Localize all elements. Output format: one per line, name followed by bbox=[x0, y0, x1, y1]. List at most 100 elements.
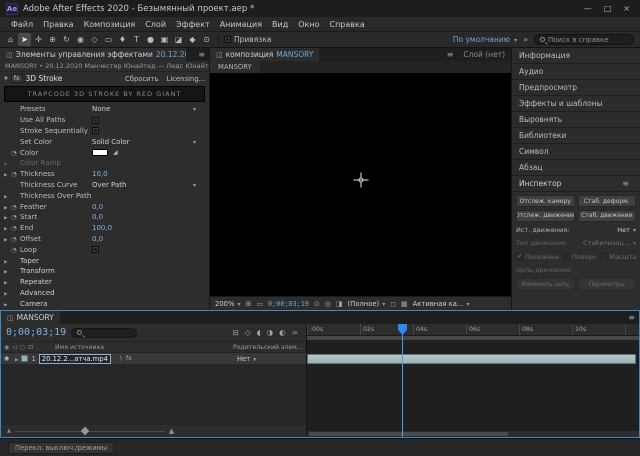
panel-header[interactable]: Абзац bbox=[512, 160, 640, 176]
property-dropdown[interactable]: None bbox=[92, 105, 196, 113]
menu-item[interactable]: Правка bbox=[38, 20, 78, 29]
camera-view-dropdown[interactable]: Активная ка... bbox=[413, 300, 470, 308]
grid-options-icon[interactable]: ⊞ bbox=[245, 300, 251, 308]
eyedropper-icon[interactable]: ◢ bbox=[113, 149, 118, 156]
reset-effect-link[interactable]: Сбросить bbox=[125, 75, 159, 83]
snap-checkbox[interactable] bbox=[224, 36, 231, 43]
home-tool[interactable]: ⌂ bbox=[4, 33, 17, 46]
tracker-options-button[interactable]: Параметры bbox=[578, 278, 637, 290]
effect-property-row[interactable]: Color Ramp ◢ bbox=[0, 158, 209, 169]
selection-tool[interactable]: ➤ bbox=[18, 33, 31, 46]
graph-editor-icon[interactable]: ≈ bbox=[292, 328, 298, 337]
menu-item[interactable]: Окно bbox=[293, 20, 324, 29]
shape-tool[interactable]: ▭ bbox=[102, 33, 115, 46]
hide-shy-layers-icon[interactable]: ◖ bbox=[257, 328, 261, 337]
layer-duration-bar[interactable] bbox=[307, 354, 636, 364]
stopwatch-icon[interactable] bbox=[11, 213, 20, 221]
tab-timeline-mansory[interactable]: MANSORY bbox=[1, 311, 60, 324]
edit-target-button[interactable]: Изменить цель bbox=[516, 278, 575, 290]
tab-layer-viewer[interactable]: Слой (нет) bbox=[457, 48, 511, 61]
effect-property-row[interactable]: Stroke Sequentially ◢ bbox=[0, 126, 209, 137]
timeline-track-area[interactable]: :00s02s04s06s08s10s bbox=[307, 324, 639, 437]
motion-blur-icon[interactable]: ◐ bbox=[279, 328, 286, 337]
fx-badge-icon[interactable]: fx bbox=[11, 74, 23, 83]
effect-property-row[interactable]: Presets None None ◢ bbox=[0, 104, 209, 115]
expand-arrow-icon[interactable] bbox=[4, 224, 11, 232]
track-type-dropdown[interactable]: Стабилизац... bbox=[583, 239, 636, 247]
panel-menu-icon[interactable] bbox=[443, 48, 458, 61]
layer-row[interactable]: ◉ 1 20.12.2...атча.mp4 \fx Нет bbox=[1, 353, 306, 364]
tracker-checkbox[interactable]: Положение bbox=[516, 253, 559, 261]
expand-arrow-icon[interactable] bbox=[4, 278, 11, 286]
menu-item[interactable]: Эффект bbox=[171, 20, 215, 29]
panel-menu-icon[interactable] bbox=[624, 311, 639, 324]
effect-property-row[interactable]: Transform ◢ bbox=[0, 266, 209, 277]
zoom-slider-handle[interactable] bbox=[81, 426, 89, 434]
tab-composition[interactable]: композиция MANSORY bbox=[210, 48, 319, 61]
workspace-overflow-icon[interactable]: » bbox=[523, 35, 528, 44]
region-of-interest-icon[interactable]: ◻ bbox=[390, 300, 396, 308]
property-dropdown[interactable]: Over Path bbox=[92, 181, 196, 189]
panel-menu-icon[interactable] bbox=[194, 48, 209, 61]
pan-behind-tool[interactable]: ◇ bbox=[88, 33, 101, 46]
expand-arrow-icon[interactable] bbox=[4, 235, 11, 243]
effect-property-row[interactable]: Thickness Curve Over Path Over Path ◢ bbox=[0, 180, 209, 191]
property-value[interactable]: 0,0 bbox=[92, 203, 103, 211]
panel-menu-icon[interactable] bbox=[618, 179, 633, 188]
effect-property-row[interactable]: Start 0,0 0,0 ◢ bbox=[0, 212, 209, 223]
expand-arrow-icon[interactable] bbox=[4, 289, 11, 297]
licensing-link[interactable]: Licensing... bbox=[167, 75, 205, 83]
tab-effect-controls[interactable]: Элементы управления эффектами 20.12.2020… bbox=[0, 48, 186, 61]
color-swatch[interactable] bbox=[92, 149, 108, 156]
property-value[interactable]: 0,0 bbox=[92, 235, 103, 243]
effect-property-row[interactable]: Feather 0,0 0,0 ◢ bbox=[0, 201, 209, 212]
effect-property-row[interactable]: Camera ◢ bbox=[0, 298, 209, 309]
expand-arrow-icon[interactable] bbox=[4, 170, 11, 178]
transparency-grid-icon[interactable]: ▦ bbox=[401, 300, 408, 308]
menu-item[interactable]: Справка bbox=[324, 20, 369, 29]
magnification-dropdown[interactable]: 200% bbox=[215, 300, 240, 308]
resolution-dropdown[interactable]: (Полное) bbox=[347, 300, 385, 308]
property-value[interactable]: 100,0 bbox=[92, 224, 112, 232]
close-button[interactable]: × bbox=[623, 4, 630, 13]
effect-property-row[interactable]: Thickness Over Path ◢ bbox=[0, 190, 209, 201]
property-checkbox[interactable] bbox=[92, 117, 99, 124]
panel-header[interactable]: Предпросмотр bbox=[512, 80, 640, 96]
workspace-selector[interactable]: По умолчанию bbox=[453, 35, 510, 44]
parent-column-header[interactable]: Родительский элемент и ... bbox=[233, 344, 303, 351]
stopwatch-icon[interactable] bbox=[11, 170, 20, 178]
stabilize-motion-button[interactable]: Стаб. движение bbox=[578, 210, 637, 222]
motion-source-dropdown[interactable]: Нет bbox=[617, 226, 636, 234]
expand-arrow-icon[interactable] bbox=[4, 203, 11, 211]
panel-header[interactable]: Выровнять bbox=[512, 112, 640, 128]
twirl-open-icon[interactable]: ▼ bbox=[4, 76, 8, 82]
layer-visibility-icon[interactable]: ◉ bbox=[4, 355, 12, 362]
effect-property-row[interactable]: Color ◢ bbox=[0, 147, 209, 158]
panel-header-inspector[interactable]: Инспектор bbox=[512, 176, 640, 192]
zoom-tool[interactable]: ⊕ bbox=[46, 33, 59, 46]
effect-property-row[interactable]: Repeater ◢ bbox=[0, 277, 209, 288]
effect-property-row[interactable]: Advanced ◢ bbox=[0, 288, 209, 299]
track-motion-button[interactable]: Отслеж. движение bbox=[516, 210, 575, 222]
stopwatch-icon[interactable] bbox=[11, 224, 20, 232]
snapshot-icon[interactable]: ⊙ bbox=[314, 300, 320, 308]
tracker-checkbox[interactable]: Поворот bbox=[563, 253, 596, 261]
quality-icon[interactable]: \ bbox=[120, 355, 122, 362]
expand-arrow-icon[interactable] bbox=[4, 257, 11, 265]
time-ruler[interactable]: :00s02s04s06s08s10s bbox=[307, 324, 639, 336]
stopwatch-icon[interactable] bbox=[11, 235, 20, 243]
red-giant-banner[interactable]: TRAPCODE 3D STROKE BY RED GIANT bbox=[4, 86, 205, 102]
stopwatch-icon[interactable] bbox=[11, 203, 20, 211]
effect-property-row[interactable]: End 100,0 100,0 ◢ bbox=[0, 223, 209, 234]
panel-header[interactable]: Эффекты и шаблоны bbox=[512, 96, 640, 112]
expand-arrow-icon[interactable] bbox=[4, 300, 11, 308]
timeline-horizontal-scrollbar[interactable] bbox=[307, 431, 639, 437]
property-value[interactable]: 0,0 bbox=[92, 213, 103, 221]
property-checkbox[interactable] bbox=[92, 127, 99, 134]
effect-property-row[interactable]: Use All Paths ◢ bbox=[0, 115, 209, 126]
maximize-button[interactable]: □ bbox=[604, 4, 612, 13]
mask-visibility-icon[interactable]: ▭ bbox=[256, 300, 263, 308]
zoom-out-frames-icon[interactable]: ▲ bbox=[7, 428, 11, 434]
expand-arrow-icon[interactable] bbox=[4, 267, 11, 275]
menu-item[interactable]: Слой bbox=[140, 20, 171, 29]
